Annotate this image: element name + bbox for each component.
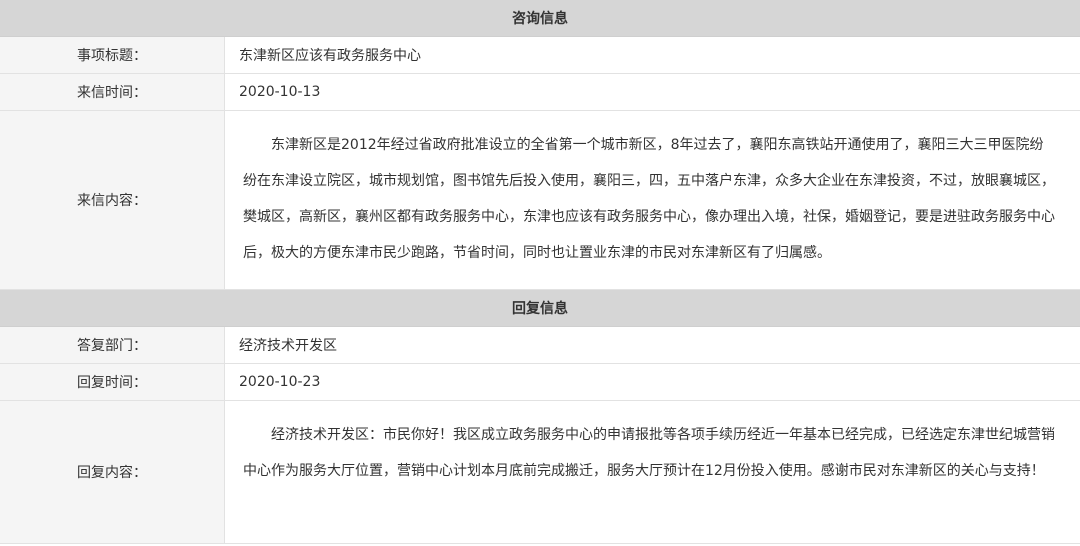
letter-content-row: 来信内容： 东津新区是2012年经过省政府批准设立的全省第一个城市新区，8年过去… [0,111,1080,290]
subject-value: 东津新区应该有政务服务中心 [239,48,421,64]
letter-date-label: 来信时间： [0,74,225,110]
reply-date-row: 回复时间： 2020-10-23 [0,364,1080,401]
reply-section-header: 回复信息 [0,290,1080,327]
subject-row: 事项标题： 东津新区应该有政务服务中心 [0,37,1080,74]
reply-dept-label: 答复部门： [0,327,225,363]
reply-dept-row: 答复部门： 经济技术开发区 [0,327,1080,364]
letter-date-row: 来信时间： 2020-10-13 [0,74,1080,111]
reply-content-cell: 经济技术开发区：市民你好！我区成立政务服务中心的申请报批等各项手续历经近一年基本… [225,401,1080,543]
reply-content-text: 经济技术开发区：市民你好！我区成立政务服务中心的申请报批等各项手续历经近一年基本… [243,427,1055,479]
letter-content-label: 来信内容： [0,111,225,289]
letter-content-text: 东津新区是2012年经过省政府批准设立的全省第一个城市新区，8年过去了，襄阳东高… [243,137,1055,261]
subject-label: 事项标题： [0,37,225,73]
reply-content-label: 回复内容： [0,401,225,543]
letter-date-value: 2020-10-13 [239,84,321,100]
page: 咨询信息 事项标题： 东津新区应该有政务服务中心 来信时间： 2020-10-1… [0,0,1080,546]
reply-dept-value: 经济技术开发区 [239,338,337,354]
reply-date-label: 回复时间： [0,364,225,400]
letter-content-cell: 东津新区是2012年经过省政府批准设立的全省第一个城市新区，8年过去了，襄阳东高… [225,111,1080,289]
consult-section-header: 咨询信息 [0,0,1080,37]
reply-date-value: 2020-10-23 [239,374,321,390]
reply-content-row: 回复内容： 经济技术开发区：市民你好！我区成立政务服务中心的申请报批等各项手续历… [0,401,1080,544]
